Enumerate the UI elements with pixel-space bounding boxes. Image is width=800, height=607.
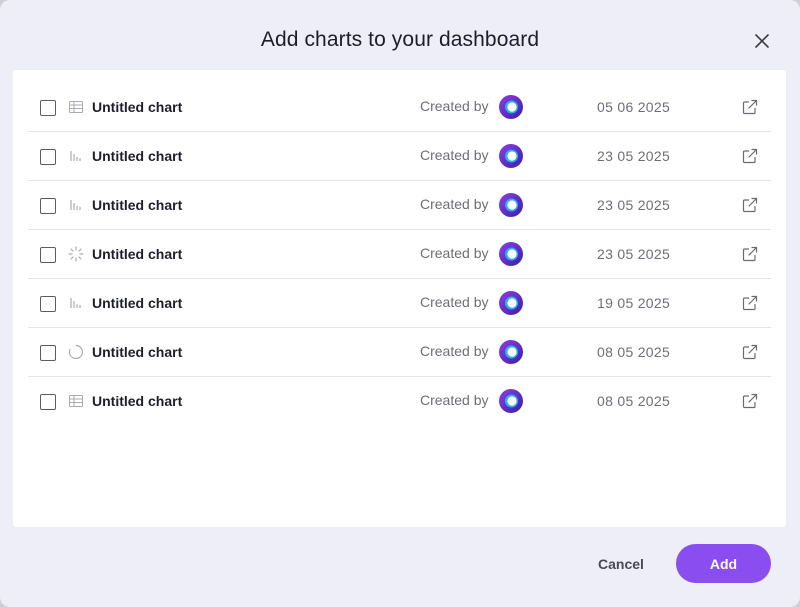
chart-name[interactable]: Untitled chart <box>92 344 182 360</box>
chart-date: 23 05 2025 <box>597 148 671 164</box>
creator-avatar <box>499 242 523 266</box>
bar-chart-icon <box>68 295 84 311</box>
dialog-footer: Cancel Add <box>0 527 800 607</box>
chart-list: Untitled chart Created by 05 06 2025 Untitl… <box>13 83 786 425</box>
creator-avatar <box>499 389 523 413</box>
chart-row[interactable]: Untitled chart Created by 23 05 2025 <box>28 181 771 230</box>
bar-chart-icon <box>68 197 84 213</box>
chart-name[interactable]: Untitled chart <box>92 295 182 311</box>
chart-date: 05 06 2025 <box>597 99 671 115</box>
table-icon <box>68 393 84 409</box>
creator-avatar <box>499 291 523 315</box>
open-external-icon[interactable] <box>742 246 758 262</box>
chart-date: 08 05 2025 <box>597 344 671 360</box>
chart-select-checkbox[interactable] <box>40 394 56 410</box>
created-by-label: Created by <box>420 147 489 163</box>
chart-date: 19 05 2025 <box>597 295 671 311</box>
chart-row[interactable]: Untitled chart Created by 23 05 2025 <box>28 230 771 279</box>
chart-row[interactable]: Untitled chart Created by 05 06 2025 <box>28 83 771 132</box>
open-external-icon[interactable] <box>742 197 758 213</box>
creator-avatar <box>499 193 523 217</box>
chart-select-checkbox[interactable] <box>40 100 56 116</box>
chart-row[interactable]: Untitled chart Created by 08 05 2025 <box>28 377 771 425</box>
chart-name[interactable]: Untitled chart <box>92 197 182 213</box>
chart-select-checkbox[interactable] <box>40 345 56 361</box>
add-charts-dialog: Add charts to your dashboard Untitled ch… <box>0 0 800 607</box>
chart-row[interactable]: Untitled chart Created by 19 05 2025 <box>28 279 771 328</box>
created-by-label: Created by <box>420 392 489 408</box>
chart-name[interactable]: Untitled chart <box>92 393 182 409</box>
chart-name[interactable]: Untitled chart <box>92 246 182 262</box>
chart-name[interactable]: Untitled chart <box>92 148 182 164</box>
created-by-label: Created by <box>420 98 489 114</box>
close-icon[interactable] <box>752 31 772 51</box>
open-external-icon[interactable] <box>742 99 758 115</box>
chart-select-checkbox[interactable] <box>40 296 56 312</box>
chart-select-checkbox[interactable] <box>40 247 56 263</box>
add-button[interactable]: Add <box>676 544 771 583</box>
chart-date: 23 05 2025 <box>597 246 671 262</box>
loading-spinner-icon <box>68 246 84 262</box>
cancel-button[interactable]: Cancel <box>586 547 656 581</box>
created-by-label: Created by <box>420 294 489 310</box>
creator-avatar <box>499 340 523 364</box>
chart-name[interactable]: Untitled chart <box>92 99 182 115</box>
creator-avatar <box>499 95 523 119</box>
open-external-icon[interactable] <box>742 393 758 409</box>
chart-list-panel: Untitled chart Created by 05 06 2025 Untitl… <box>13 70 786 527</box>
table-icon <box>68 99 84 115</box>
open-external-icon[interactable] <box>742 344 758 360</box>
dialog-header: Add charts to your dashboard <box>0 0 800 70</box>
chart-select-checkbox[interactable] <box>40 198 56 214</box>
chart-date: 23 05 2025 <box>597 197 671 213</box>
open-external-icon[interactable] <box>742 295 758 311</box>
dialog-title: Add charts to your dashboard <box>260 28 540 51</box>
created-by-label: Created by <box>420 343 489 359</box>
donut-chart-icon <box>68 344 84 360</box>
chart-row[interactable]: Untitled chart Created by 08 05 2025 <box>28 328 771 377</box>
creator-avatar <box>499 144 523 168</box>
created-by-label: Created by <box>420 245 489 261</box>
chart-row[interactable]: Untitled chart Created by 23 05 2025 <box>28 132 771 181</box>
chart-select-checkbox[interactable] <box>40 149 56 165</box>
bar-chart-icon <box>68 148 84 164</box>
chart-date: 08 05 2025 <box>597 393 671 409</box>
created-by-label: Created by <box>420 196 489 212</box>
open-external-icon[interactable] <box>742 148 758 164</box>
